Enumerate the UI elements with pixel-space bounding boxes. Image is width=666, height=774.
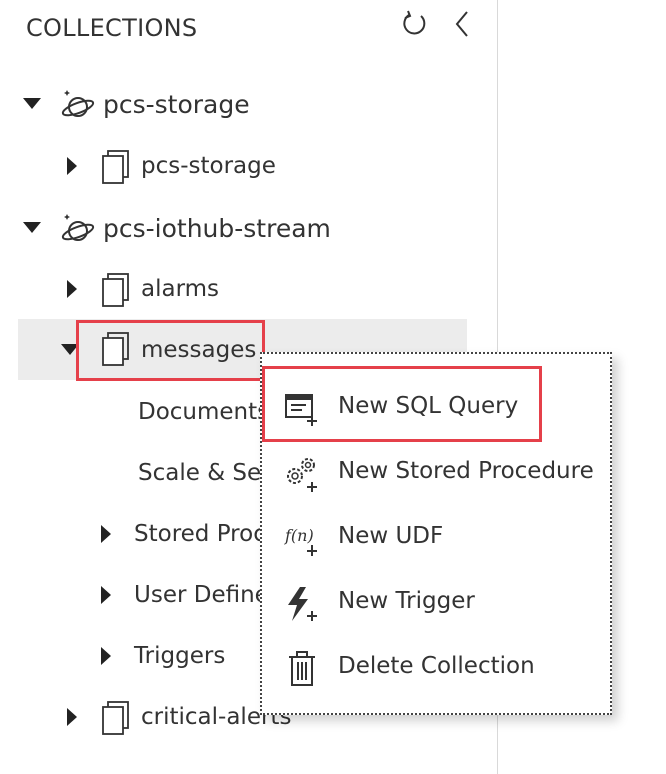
gears-add-icon — [287, 458, 317, 492]
menu-item-new-udf[interactable]: f(n) New UDF — [262, 509, 610, 565]
caret-down-icon[interactable] — [22, 97, 42, 111]
planet-database-icon — [61, 214, 95, 241]
lightning-add-icon — [288, 587, 317, 621]
tree-item-label: Stored Proc — [134, 521, 266, 547]
tree-item-label: Triggers — [134, 643, 226, 669]
menu-item-delete-collection[interactable]: Delete Collection — [262, 639, 610, 695]
tree-collection-alarms[interactable]: alarms — [0, 266, 497, 314]
tree-item-label: User Define — [134, 582, 269, 608]
collection-document-icon — [102, 701, 129, 735]
collections-title: COLLECTIONS — [26, 14, 198, 42]
refresh-icon[interactable] — [398, 8, 430, 40]
collection-document-icon — [102, 273, 129, 307]
menu-item-new-trigger[interactable]: New Trigger — [262, 574, 610, 630]
tree-db-label: pcs-storage — [103, 90, 250, 119]
tree-collection-label: pcs-storage — [141, 153, 276, 179]
menu-item-label: New SQL Query — [338, 393, 519, 419]
menu-item-label: New Stored Procedure — [338, 458, 594, 484]
caret-right-icon[interactable] — [100, 585, 112, 605]
caret-right-icon[interactable] — [66, 279, 78, 299]
menu-item-label: New Trigger — [338, 588, 475, 614]
trash-icon — [289, 651, 315, 686]
collection-document-icon — [102, 150, 129, 184]
tree-collection-label: alarms — [141, 276, 220, 302]
collection-context-menu: New SQL Query New Stored Procedure f(n) … — [260, 352, 612, 715]
caret-right-icon[interactable] — [100, 524, 112, 544]
tree-db-label: pcs-iothub-stream — [103, 214, 331, 243]
tree-collection-label: messages — [141, 337, 257, 363]
svg-text:f(n): f(n) — [284, 526, 314, 545]
caret-down-icon[interactable] — [22, 221, 42, 235]
new-sql-query-icon — [285, 394, 317, 426]
caret-right-icon[interactable] — [66, 156, 78, 176]
tree-db-pcs-storage[interactable]: pcs-storage — [0, 81, 497, 129]
menu-item-new-stored-procedure[interactable]: New Stored Procedure — [262, 444, 610, 500]
collection-document-icon — [102, 332, 129, 366]
tree-item-label: Documents — [138, 399, 270, 425]
planet-database-icon — [61, 90, 95, 117]
caret-down-icon[interactable] — [60, 343, 80, 357]
tree-collection-pcs-storage[interactable]: pcs-storage — [0, 143, 497, 191]
menu-item-new-sql-query[interactable]: New SQL Query — [262, 379, 610, 435]
caret-right-icon[interactable] — [66, 707, 78, 727]
menu-item-label: Delete Collection — [338, 653, 535, 679]
chevron-left-icon[interactable] — [452, 9, 472, 39]
tree-item-label: Scale & Se — [138, 460, 262, 486]
caret-right-icon[interactable] — [100, 646, 112, 666]
tree-db-pcs-iothub-stream[interactable]: pcs-iothub-stream — [0, 205, 497, 253]
function-add-icon: f(n) — [284, 526, 317, 556]
menu-item-label: New UDF — [338, 523, 444, 549]
